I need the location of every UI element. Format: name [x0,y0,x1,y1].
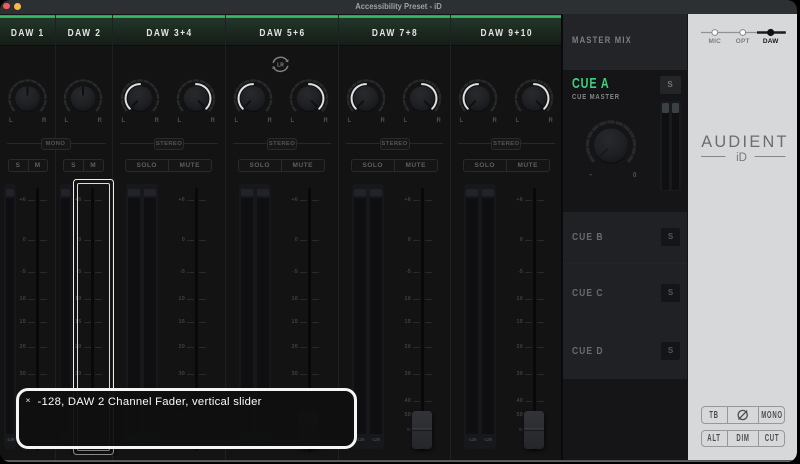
svg-text:iD: iD [736,152,747,164]
svg-text:LR: LR [277,62,284,68]
svg-text:MIC: MIC [708,38,721,45]
svg-text:OPT: OPT [735,38,749,45]
svg-text:AUDIENT: AUDIENT [701,133,789,151]
svg-text:DAW: DAW [762,38,778,45]
